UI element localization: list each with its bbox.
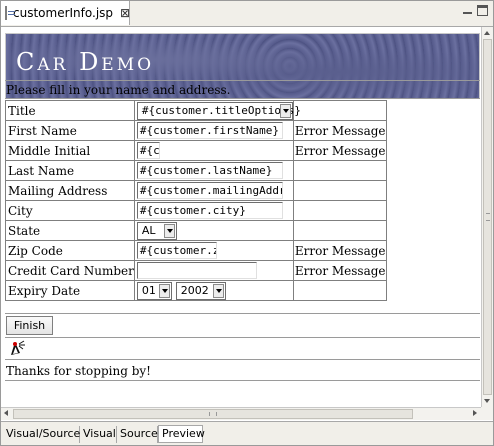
thanks-text: Thanks for stopping by!: [6, 364, 151, 378]
row-label: City: [5, 200, 135, 221]
error-message: Error Message: [292, 260, 387, 281]
expiry-year-select[interactable]: 2002: [175, 281, 226, 300]
intro-text: Please fill in your name and address.: [6, 83, 231, 97]
form-row-expiry-date: Expiry Date 01 2002: [5, 280, 387, 301]
scroll-down-icon[interactable]: [482, 396, 493, 407]
form-row-middle-initial: Middle Initial #{c Error Message: [5, 140, 387, 161]
divider: [5, 80, 480, 81]
row-label: First Name: [5, 120, 135, 141]
preview-viewport: Car Demo Please fill in your name and ad…: [1, 27, 481, 407]
customer-form-table: Title #{customer.titleOptions} First Nam…: [5, 100, 387, 301]
tab-visual-source[interactable]: Visual/Source: [3, 426, 80, 443]
tab-source[interactable]: Source: [117, 426, 158, 443]
row-label: Mailing Address: [5, 180, 135, 201]
first-name-input[interactable]: #{customer.firstName}: [136, 122, 283, 139]
select-value: 2002: [180, 283, 209, 297]
expiry-month-select[interactable]: 01: [136, 281, 172, 300]
dropdown-arrow-icon: [212, 283, 224, 298]
row-label: Expiry Date: [5, 280, 135, 301]
form-row-last-name: Last Name #{customer.lastName}: [5, 160, 387, 181]
scroll-left-icon[interactable]: [1, 408, 13, 420]
form-row-first-name: First Name #{customer.firstName} Error M…: [5, 120, 387, 141]
form-row-title: Title #{customer.titleOptions}: [5, 100, 387, 121]
maximize-icon[interactable]: [477, 5, 488, 16]
form-row-zip-code: Zip Code #{customer.zip Error Message: [5, 240, 387, 261]
city-input[interactable]: #{customer.city}: [136, 202, 283, 219]
tab-visual[interactable]: Visual: [80, 426, 117, 443]
row-label: Title: [5, 100, 135, 121]
scroll-thumb[interactable]: [483, 39, 492, 395]
row-label: Zip Code: [5, 240, 135, 261]
state-select[interactable]: AL: [136, 221, 177, 240]
editor-tab-customerinfo[interactable]: customerInfo.jsp ⊠: [1, 1, 130, 25]
dropdown-arrow-icon: [163, 223, 175, 238]
select-value: AL: [141, 223, 156, 237]
row-label: State: [5, 220, 135, 241]
duke-mascot-icon: [11, 340, 25, 355]
row-label: Credit Card Number: [5, 260, 135, 281]
zip-code-input[interactable]: #{customer.zip: [136, 242, 217, 259]
horizontal-scrollbar[interactable]: [1, 407, 481, 420]
error-cell: [292, 200, 387, 221]
dropdown-arrow-icon: [158, 283, 170, 298]
editor-tab-bar: customerInfo.jsp ⊠: [1, 1, 493, 27]
title-select[interactable]: #{customer.titleOptions}: [136, 101, 301, 120]
scroll-up-icon[interactable]: [482, 27, 493, 38]
form-row-state: State AL: [5, 220, 387, 241]
divider: [5, 98, 480, 99]
tab-preview[interactable]: Preview: [158, 425, 205, 443]
divider: [5, 359, 480, 360]
editor-mode-tabs: Visual/Source Visual Source Preview: [1, 421, 493, 445]
row-label: Last Name: [5, 160, 135, 181]
select-value: #{customer.titleOptions}: [141, 103, 301, 117]
error-cell: [292, 280, 387, 301]
error-cell: [292, 220, 387, 241]
form-row-credit-card: Credit Card Number Error Message: [5, 260, 387, 281]
scroll-thumb[interactable]: [13, 409, 413, 419]
credit-card-input[interactable]: [136, 262, 257, 279]
banner-title: Car Demo: [16, 48, 155, 76]
divider: [5, 313, 480, 314]
scrollbar-corner: [481, 407, 493, 420]
last-name-input[interactable]: #{customer.lastName}: [136, 162, 283, 179]
tab-title: customerInfo.jsp: [13, 6, 114, 20]
error-cell: [292, 160, 387, 181]
jsp-editor: customerInfo.jsp ⊠ Car Demo Please fill …: [0, 0, 494, 446]
row-label: Middle Initial: [5, 140, 135, 161]
vertical-scrollbar[interactable]: [481, 27, 493, 407]
divider: [5, 337, 480, 338]
select-value: 01: [141, 283, 156, 297]
jsp-file-icon: [5, 6, 15, 20]
error-message: Error Message: [292, 240, 387, 261]
error-message: Error Message: [292, 120, 387, 141]
error-cell: [292, 100, 387, 121]
minimize-icon[interactable]: [462, 6, 474, 17]
error-message: Error Message: [292, 140, 387, 161]
form-row-city: City #{customer.city}: [5, 200, 387, 221]
finish-button[interactable]: Finish: [6, 316, 53, 335]
tab-close-icon[interactable]: ⊠: [120, 6, 130, 20]
mailing-address-input[interactable]: #{customer.mailingAddres: [136, 182, 283, 199]
dropdown-arrow-icon: [279, 103, 291, 118]
error-cell: [292, 180, 387, 201]
form-row-mailing-address: Mailing Address #{customer.mailingAddres: [5, 180, 387, 201]
divider: [5, 380, 480, 381]
scroll-right-icon[interactable]: [469, 408, 481, 420]
middle-initial-input[interactable]: #{c: [136, 142, 160, 159]
